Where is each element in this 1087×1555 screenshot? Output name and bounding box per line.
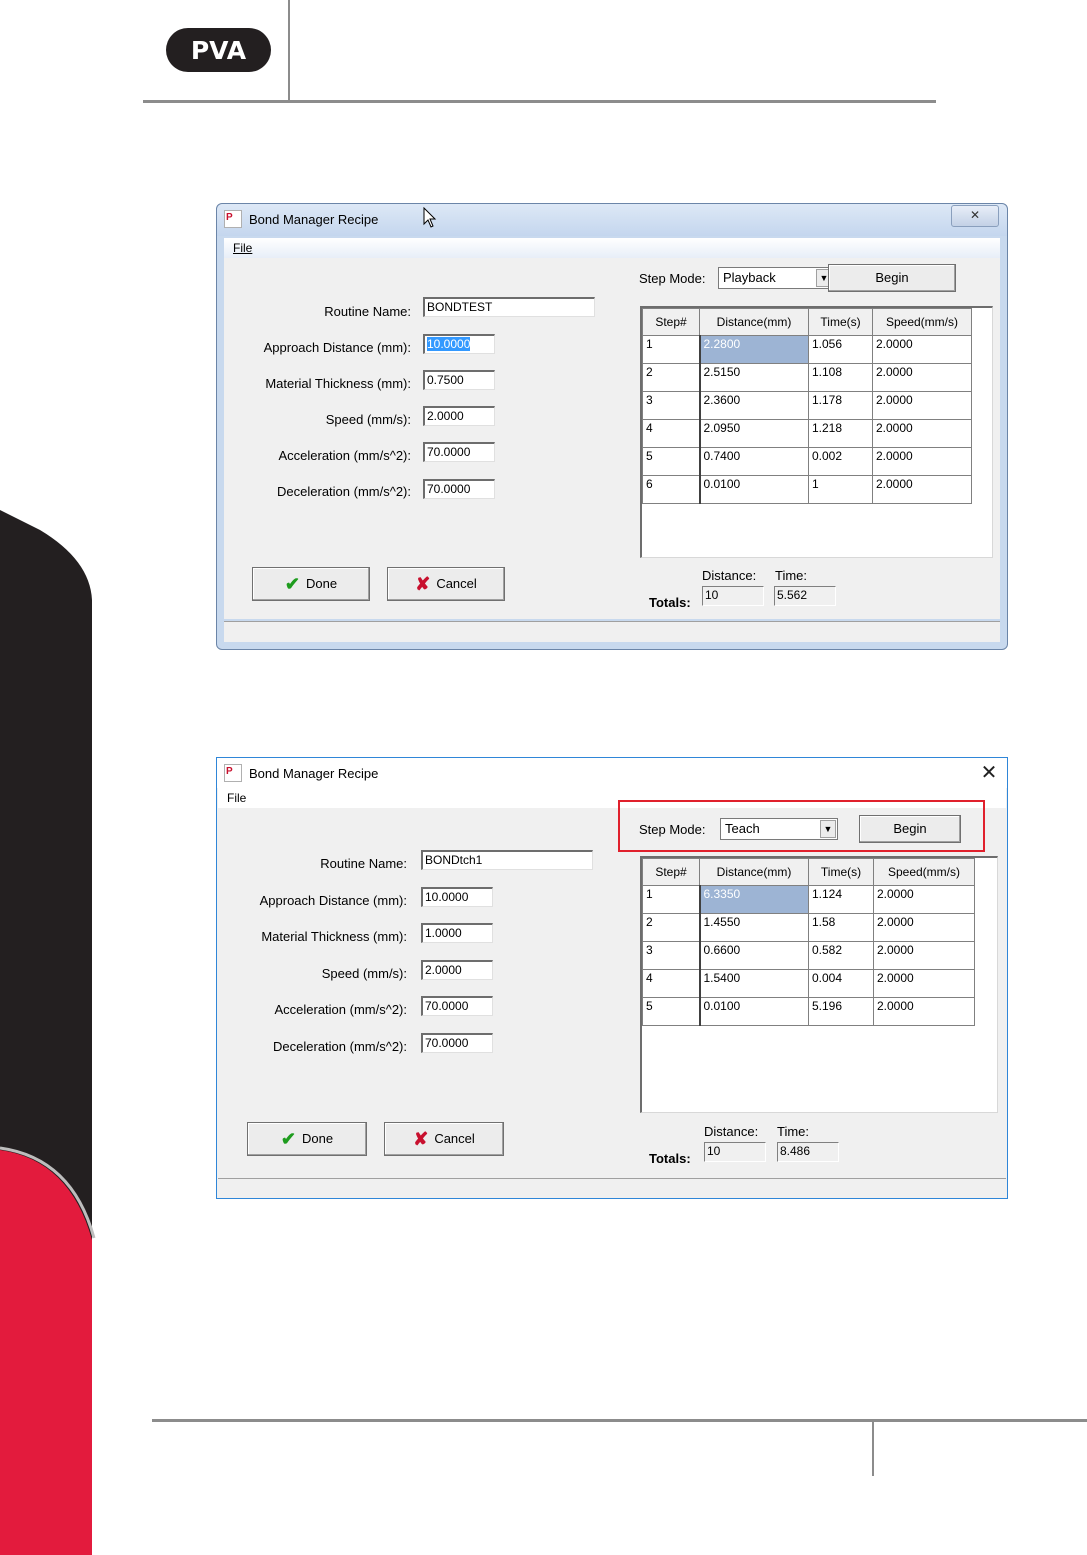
dialog-client-area: Routine Name: BONDtch1 Approach Distance… <box>218 800 1006 1178</box>
total-time-field: 8.486 <box>777 1142 839 1162</box>
routine-name-label: Routine Name: <box>320 856 407 871</box>
close-button[interactable]: ✕ <box>951 205 999 227</box>
material-thickness-label: Material Thickness (mm): <box>261 929 407 944</box>
step-mode-select[interactable]: Playback ▼ <box>718 267 834 289</box>
acceleration-label: Acceleration (mm/s^2): <box>274 1002 407 1017</box>
pva-logo: PVA <box>166 28 271 72</box>
footer-divider-vertical <box>872 1420 874 1476</box>
table-header-row: Step# Distance(mm) Time(s) Speed(mm/s) <box>642 858 975 886</box>
material-thickness-label: Material Thickness (mm): <box>265 376 411 391</box>
table-header-row: Step# Distance(mm) Time(s) Speed(mm/s) <box>642 308 972 336</box>
step-mode-select[interactable]: Teach ▼ <box>720 818 838 840</box>
bond-manager-recipe-window-teach: P Bond Manager Recipe ✕ File Routine Nam… <box>216 757 1008 1199</box>
table-row[interactable]: 1 2.2800 1.056 2.0000 <box>642 335 972 364</box>
total-time-label: Time: <box>775 568 808 583</box>
table-row[interactable]: 5 0.7400 0.002 2.0000 <box>642 447 972 476</box>
column-header-time: Time(s) <box>808 858 874 886</box>
bond-manager-recipe-window-playback: P Bond Manager Recipe ✕ File Routine Nam… <box>216 203 1008 650</box>
column-header-speed: Speed(mm/s) <box>872 308 972 336</box>
table-row[interactable]: 6 0.0100 1 2.0000 <box>642 475 972 504</box>
menu-bar: File <box>224 238 1000 258</box>
table-row[interactable]: 5 0.0100 5.196 2.0000 <box>642 997 975 1026</box>
approach-distance-label: Approach Distance (mm): <box>259 893 407 908</box>
column-header-step: Step# <box>642 858 700 886</box>
svg-text:PVA: PVA <box>191 36 247 65</box>
table-row[interactable]: 1 6.3350 1.124 2.0000 <box>642 885 975 914</box>
window-title: Bond Manager Recipe <box>249 212 379 227</box>
begin-button[interactable]: Begin <box>859 815 961 843</box>
total-distance-label: Distance: <box>702 568 757 583</box>
routine-name-field[interactable]: BONDtch1 <box>421 850 593 870</box>
total-distance-field: 10 <box>702 586 764 606</box>
approach-distance-field[interactable]: 10.0000 <box>423 334 495 354</box>
side-decoration-band <box>0 510 96 1555</box>
table-row[interactable]: 4 2.0950 1.218 2.0000 <box>642 419 972 448</box>
column-header-distance: Distance(mm) <box>699 308 809 336</box>
mouse-cursor-icon <box>423 207 437 228</box>
routine-name-label: Routine Name: <box>324 304 411 319</box>
totals-label: Totals: <box>649 1151 691 1166</box>
column-header-speed: Speed(mm/s) <box>873 858 975 886</box>
app-icon: P <box>224 210 242 228</box>
steps-grid: Step# Distance(mm) Time(s) Speed(mm/s) 1… <box>640 306 993 558</box>
menu-file[interactable]: File <box>233 241 252 255</box>
begin-button[interactable]: Begin <box>828 264 956 292</box>
window-title: Bond Manager Recipe <box>249 766 379 781</box>
cancel-button[interactable]: ✘ Cancel <box>384 1122 504 1156</box>
x-icon: ✘ <box>415 574 431 594</box>
routine-name-field[interactable]: BONDTEST <box>423 297 595 317</box>
table-row[interactable]: 3 0.6600 0.582 2.0000 <box>642 941 975 970</box>
column-header-step: Step# <box>642 308 700 336</box>
column-header-time: Time(s) <box>808 308 873 336</box>
dialog-client-area: Routine Name: BONDTEST Approach Distance… <box>224 258 1000 619</box>
table-row[interactable]: 2 2.5150 1.108 2.0000 <box>642 363 972 392</box>
checkmark-icon: ✔ <box>284 574 300 594</box>
app-icon: P <box>224 764 242 782</box>
speed-label: Speed (mm/s): <box>325 412 411 427</box>
total-distance-label: Distance: <box>704 1124 759 1139</box>
footer-rule <box>152 1419 1087 1422</box>
deceleration-field[interactable]: 70.0000 <box>421 1033 493 1053</box>
header-divider-vertical <box>288 0 290 100</box>
cancel-button[interactable]: ✘ Cancel <box>387 567 505 601</box>
checkmark-icon: ✔ <box>280 1129 296 1149</box>
speed-label: Speed (mm/s): <box>321 966 407 981</box>
title-bar: P Bond Manager Recipe ✕ <box>217 204 1007 236</box>
title-bar: P Bond Manager Recipe ✕ <box>217 758 1007 788</box>
total-time-field: 5.562 <box>774 586 836 606</box>
steps-table: Step# Distance(mm) Time(s) Speed(mm/s) 1… <box>642 308 972 504</box>
table-row[interactable]: 3 2.3600 1.178 2.0000 <box>642 391 972 420</box>
approach-distance-field[interactable]: 10.0000 <box>421 887 493 907</box>
done-button[interactable]: ✔ Done <box>252 567 370 601</box>
status-bar <box>224 621 1000 642</box>
close-button[interactable]: ✕ <box>977 762 1001 784</box>
deceleration-field[interactable]: 70.0000 <box>423 479 495 499</box>
table-row[interactable]: 4 1.5400 0.004 2.0000 <box>642 969 975 998</box>
status-bar <box>218 1178 1006 1197</box>
material-thickness-field[interactable]: 0.7500 <box>423 370 495 390</box>
steps-grid: Step# Distance(mm) Time(s) Speed(mm/s) 1… <box>640 856 998 1113</box>
totals-label: Totals: <box>649 595 691 610</box>
deceleration-label: Deceleration (mm/s^2): <box>277 484 411 499</box>
approach-distance-label: Approach Distance (mm): <box>263 340 411 355</box>
steps-table: Step# Distance(mm) Time(s) Speed(mm/s) 1… <box>642 858 975 1026</box>
x-icon: ✘ <box>413 1129 429 1149</box>
total-distance-field: 10 <box>704 1142 766 1162</box>
speed-field[interactable]: 2.0000 <box>421 960 493 980</box>
header-rule <box>143 100 936 103</box>
material-thickness-field[interactable]: 1.0000 <box>421 923 493 943</box>
done-button[interactable]: ✔ Done <box>247 1122 367 1156</box>
deceleration-label: Deceleration (mm/s^2): <box>273 1039 407 1054</box>
step-mode-label: Step Mode: <box>639 822 706 837</box>
chevron-down-icon: ▼ <box>820 820 836 838</box>
column-header-distance: Distance(mm) <box>699 858 809 886</box>
table-row[interactable]: 2 1.4550 1.58 2.0000 <box>642 913 975 942</box>
acceleration-field[interactable]: 70.0000 <box>421 996 493 1016</box>
total-time-label: Time: <box>777 1124 810 1139</box>
menu-file[interactable]: File <box>227 791 246 805</box>
acceleration-field[interactable]: 70.0000 <box>423 442 495 462</box>
speed-field[interactable]: 2.0000 <box>423 406 495 426</box>
acceleration-label: Acceleration (mm/s^2): <box>278 448 411 463</box>
step-mode-label: Step Mode: <box>639 271 706 286</box>
